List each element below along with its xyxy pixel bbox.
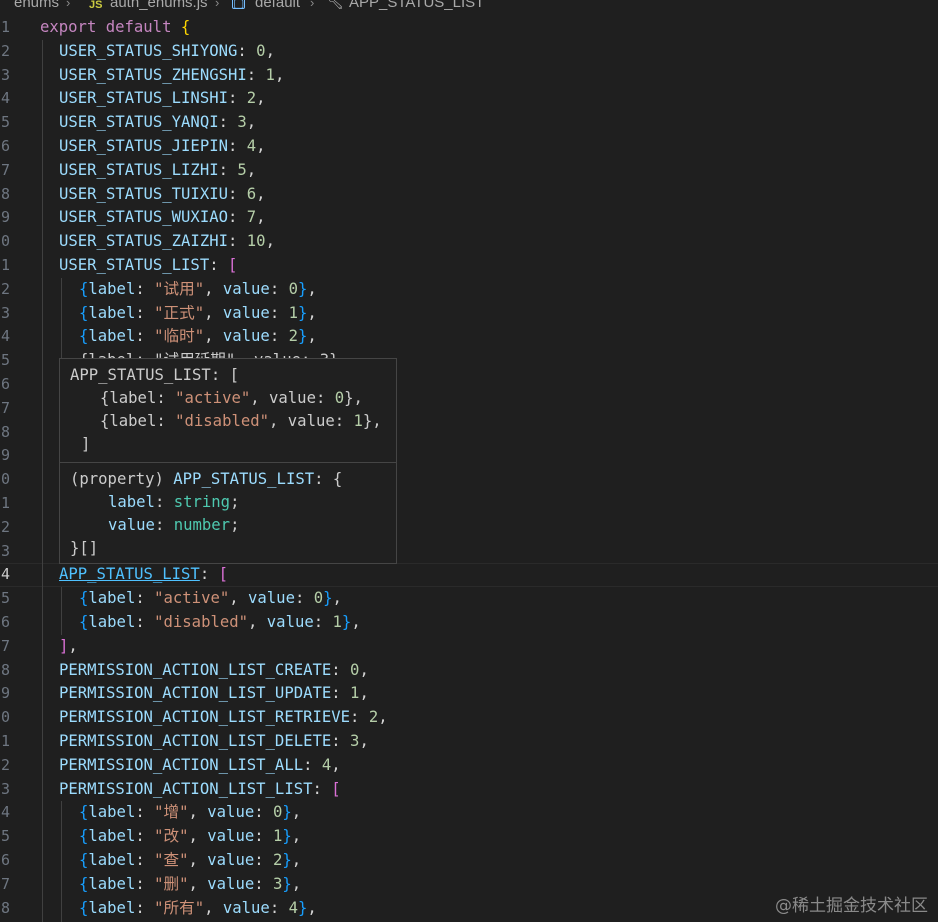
code-line: PERMISSION_ACTION_LIST_RETRIEVE: 2,: [59, 708, 388, 727]
code-line: USER_STATUS_ZHENGSHI: 1,: [59, 65, 285, 84]
line-number: 31: [0, 732, 10, 750]
indent-guide: [42, 40, 43, 922]
line-number: 3: [0, 65, 10, 84]
line-number: 14: [0, 327, 10, 346]
code-line: PERMISSION_ACTION_LIST_DELETE: 3,: [59, 732, 369, 750]
code-line: USER_STATUS_TUIXIU: 6,: [59, 184, 266, 203]
line-number: 23: [0, 541, 10, 560]
line-number: 17: [0, 398, 10, 417]
line-number: 24: [0, 565, 10, 584]
line-number: 29: [0, 684, 10, 703]
code-line: {label: "disabled", value: 1},: [79, 613, 361, 631]
line-number: 4: [0, 89, 10, 108]
code-line: USER_STATUS_WUXIAO: 7,: [59, 208, 266, 227]
code-line: {label: "正式", value: 1},: [79, 303, 317, 322]
code-line: {label: "查", value: 2},: [79, 851, 302, 869]
code-line: USER_STATUS_YANQI: 3,: [59, 113, 257, 132]
line-number: 5: [0, 113, 10, 132]
line-number: 9: [0, 208, 10, 227]
line-number: 32: [0, 755, 10, 774]
line-number: 38: [0, 898, 10, 917]
hover-preview-line: APP_STATUS_LIST: [: [70, 366, 239, 384]
code-line: PERMISSION_ACTION_LIST_LIST: [: [59, 779, 341, 798]
property-wrench-icon: 🔧︎: [327, 0, 344, 10]
code-line: ],: [59, 636, 78, 655]
code-line: USER_STATUS_ZAIZHI: 10,: [59, 232, 275, 251]
breadcrumb-symbol[interactable]: default: [255, 0, 300, 10]
code-line: USER_STATUS_LIZHI: 5,: [59, 160, 257, 179]
js-file-icon: JS: [89, 0, 103, 11]
line-number: 37: [0, 874, 10, 893]
code-line: {label: "试用", value: 0},: [79, 279, 317, 298]
line-number: 25: [0, 589, 10, 608]
line-number: 1: [0, 18, 10, 36]
hover-signature-line: value: number;: [108, 516, 240, 534]
hover-divider: [60, 462, 396, 463]
line-number-gutter: 1234567891011121314151617181920212223242…: [0, 16, 14, 922]
line-number: 20: [0, 470, 10, 489]
hover-preview-line: {label: "active", value: 0},: [100, 389, 363, 407]
code-line: PERMISSION_ACTION_LIST_UPDATE: 1,: [59, 684, 369, 703]
line-number: 11: [0, 256, 10, 274]
line-number: 7: [0, 160, 10, 179]
line-number: 12: [0, 279, 10, 298]
app-status-list-key[interactable]: APP_STATUS_LIST: [59, 565, 200, 583]
line-number: 35: [0, 827, 10, 846]
code-line: {label: "active", value: 0},: [79, 589, 342, 608]
breadcrumb-property[interactable]: APP_STATUS_LIST: [349, 0, 484, 10]
breadcrumb-folder[interactable]: enums: [14, 0, 59, 10]
line-number: 22: [0, 517, 10, 536]
code-line: {label: "删", value: 3},: [79, 874, 302, 893]
line-number: 30: [0, 708, 10, 727]
watermark: @稀土掘金技术社区: [775, 896, 928, 916]
code-editor[interactable]: 1234567891011121314151617181920212223242…: [0, 16, 938, 922]
hover-tooltip: APP_STATUS_LIST: [ {label: "active", val…: [59, 358, 397, 564]
line-number: 2: [0, 41, 10, 60]
line-number: 26: [0, 613, 10, 631]
code-line: USER_STATUS_LINSHI: 2,: [59, 89, 266, 108]
code-line: USER_STATUS_LIST: [: [59, 256, 238, 274]
breadcrumb: enums › JS auth_enums.js › ▢ default › 🔧…: [0, 0, 938, 14]
line-number: 19: [0, 446, 10, 465]
line-number: 8: [0, 184, 10, 203]
chevron-right-icon: ›: [66, 0, 71, 10]
indent-guide: [61, 801, 62, 922]
indent-guide: [61, 587, 62, 635]
code-line: PERMISSION_ACTION_LIST_ALL: 4,: [59, 755, 341, 774]
line-number: 16: [0, 375, 10, 393]
line-number: 10: [0, 232, 10, 251]
chevron-right-icon: ›: [310, 0, 315, 10]
line-number: 33: [0, 779, 10, 798]
code-line: USER_STATUS_JIEPIN: 4,: [59, 137, 266, 155]
line-number: 6: [0, 137, 10, 155]
line-number: 21: [0, 494, 10, 512]
hover-signature-line: label: string;: [108, 493, 240, 511]
module-symbol-icon: ▢: [232, 0, 245, 9]
line-number: 27: [0, 636, 10, 655]
code-line: {label: "改", value: 1},: [79, 827, 302, 846]
line-number: 13: [0, 303, 10, 322]
code-line: {label: "临时", value: 2},: [79, 327, 317, 346]
hover-preview-line: {label: "disabled", value: 1},: [100, 412, 382, 430]
code-line: {label: "增", value: 0},: [79, 803, 302, 822]
line-number: 34: [0, 803, 10, 822]
hover-signature-line: }[]: [70, 539, 99, 557]
hover-preview-line: ]: [81, 435, 91, 453]
code-line: export default {: [40, 18, 191, 36]
breadcrumb-file[interactable]: auth_enums.js: [110, 0, 208, 10]
chevron-right-icon: ›: [215, 0, 220, 10]
line-number: 36: [0, 851, 10, 869]
code-line: USER_STATUS_SHIYONG: 0,: [59, 41, 275, 60]
line-number: 15: [0, 351, 10, 370]
code-line: {label: "所有", value: 4},: [79, 898, 317, 917]
line-number: 28: [0, 660, 10, 679]
code-line: PERMISSION_ACTION_LIST_CREATE: 0,: [59, 660, 369, 679]
code-line-current: APP_STATUS_LIST: [: [59, 565, 228, 584]
hover-signature-line: (property) APP_STATUS_LIST: {: [70, 470, 343, 488]
line-number: 18: [0, 422, 10, 441]
